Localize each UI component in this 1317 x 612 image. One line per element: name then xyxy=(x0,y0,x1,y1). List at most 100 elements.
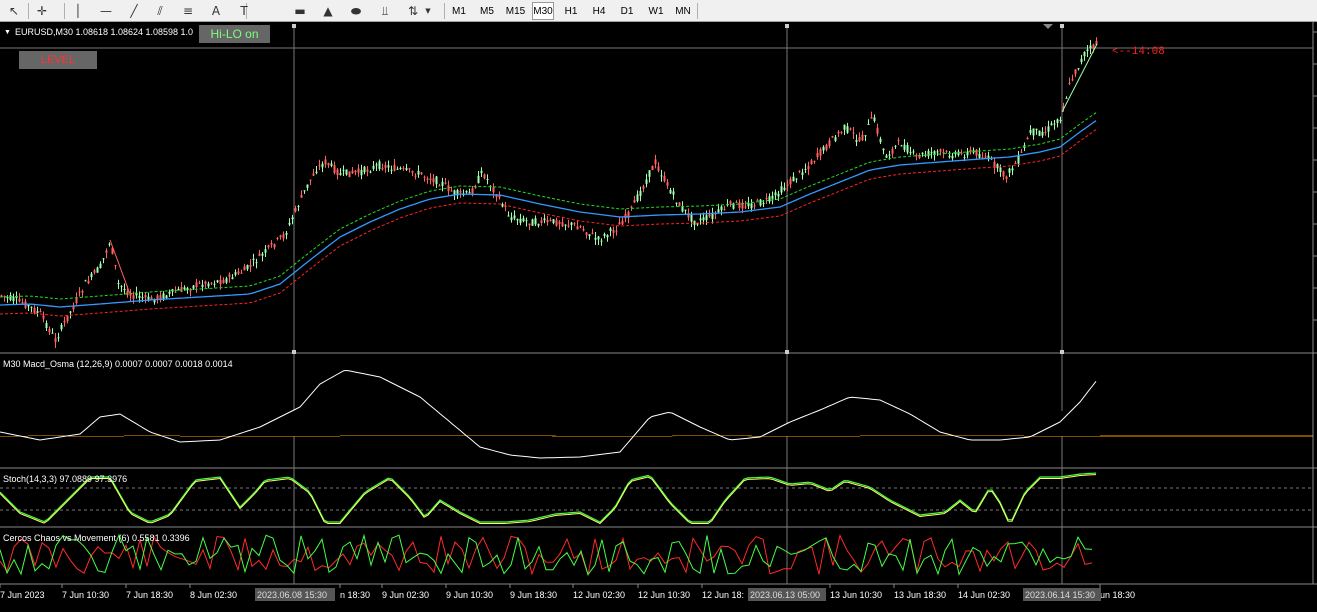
timeframe-d1-button[interactable]: D1 xyxy=(616,2,638,20)
timeframe-h1-button[interactable]: H1 xyxy=(560,2,582,20)
candle-body xyxy=(724,209,726,210)
macd-bar xyxy=(860,436,864,439)
candle-body xyxy=(436,176,438,184)
vertical-line-icon[interactable]: │ xyxy=(69,0,87,22)
candle-body xyxy=(943,152,945,153)
macd-bar xyxy=(704,436,708,461)
macd-bar xyxy=(256,423,260,436)
macd-bar xyxy=(180,435,184,436)
macd-bar xyxy=(528,436,532,444)
candle-body xyxy=(889,154,891,155)
hilo-button[interactable]: Hi-LO on xyxy=(199,25,270,43)
timeframe-m5-button[interactable]: M5 xyxy=(476,2,498,20)
timeframe-mn-button[interactable]: MN xyxy=(672,2,694,20)
macd-bar xyxy=(640,404,644,436)
macd-bar xyxy=(464,436,468,456)
macd-bar xyxy=(596,432,600,436)
candle-body xyxy=(622,221,624,225)
time-axis-label: 13 Jun 10:30 xyxy=(830,590,882,600)
candle-body xyxy=(97,267,99,272)
line-handle xyxy=(785,350,789,354)
candle-body xyxy=(79,291,81,292)
candle-body xyxy=(862,135,864,141)
candle-body xyxy=(814,161,816,162)
macd-bar xyxy=(380,436,384,461)
candle-body xyxy=(835,137,837,141)
candle-body xyxy=(472,188,474,194)
shift-marker-icon xyxy=(1043,24,1053,29)
macd-bar xyxy=(400,436,404,461)
chart-svg[interactable]: 7 Jun 20237 Jun 10:307 Jun 18:308 Jun 02… xyxy=(0,22,1317,608)
macd-bar xyxy=(952,436,956,445)
macd-bar xyxy=(940,436,944,451)
triangle-icon[interactable]: ▲ xyxy=(319,0,337,22)
macd-bar xyxy=(404,436,408,461)
candle-body xyxy=(820,149,822,155)
candle-body xyxy=(292,218,294,219)
dropdown-triangle-icon[interactable]: ▼ xyxy=(4,29,11,36)
candle-body xyxy=(142,297,144,298)
candle-body xyxy=(388,165,390,167)
text-label-icon[interactable]: T xyxy=(235,0,253,22)
text-icon[interactable]: A xyxy=(207,0,225,22)
candle-body xyxy=(964,157,966,158)
ellipse-icon[interactable]: ⬬ xyxy=(347,0,365,22)
candle-body xyxy=(412,171,414,172)
fibonacci-icon[interactable]: ≡ xyxy=(179,0,197,22)
candle-body xyxy=(286,233,288,235)
macd-bar xyxy=(896,436,900,450)
cercos-label: Cercos Chaos vs Movement (6) 0.5581 0.33… xyxy=(3,533,190,543)
macd-bar xyxy=(804,418,808,437)
candle-body xyxy=(850,128,852,129)
arrows-icon[interactable]: ⇅ xyxy=(404,0,422,22)
candle-body xyxy=(67,316,69,322)
timeframe-h4-button[interactable]: H4 xyxy=(588,2,610,20)
candle-body xyxy=(343,170,345,171)
chart-area[interactable]: 7 Jun 20237 Jun 10:307 Jun 18:308 Jun 02… xyxy=(0,22,1317,608)
macd-bar xyxy=(348,436,352,452)
time-axis-label: 7 Jun 2023 xyxy=(0,590,45,600)
time-axis-label: 9 Jun 18:30 xyxy=(510,590,557,600)
timeframe-m1-button[interactable]: M1 xyxy=(448,2,470,20)
macd-bar xyxy=(852,427,856,436)
candle-body xyxy=(832,136,834,137)
hilo-line xyxy=(110,240,130,294)
macd-bar xyxy=(720,436,724,451)
timeframe-m30-button[interactable]: M30 xyxy=(532,2,554,20)
trendline-icon[interactable]: ╱ xyxy=(125,0,143,22)
rectangle-icon[interactable]: ▬ xyxy=(291,0,309,22)
candle-body xyxy=(367,170,369,172)
candle-body xyxy=(241,273,243,274)
horizontal-line-icon[interactable]: — xyxy=(97,0,115,22)
macd-bar xyxy=(376,436,380,461)
candle-body xyxy=(766,198,768,199)
level-button[interactable]: LEVEL xyxy=(19,51,97,69)
channel-icon[interactable]: ⫽ xyxy=(151,0,169,22)
macd-bar xyxy=(308,402,312,436)
macd-bar xyxy=(368,436,372,460)
chevron-down-icon[interactable]: ▼ xyxy=(424,0,432,22)
macd-bar xyxy=(544,436,548,439)
candle-body xyxy=(121,286,123,287)
macd-bar xyxy=(840,420,844,436)
fibo-fan-icon[interactable]: ⫫ xyxy=(376,0,394,22)
macd-bar xyxy=(260,422,264,436)
crosshair-icon[interactable]: ✛ xyxy=(33,0,51,22)
cursor-arrow-icon[interactable]: ↖ xyxy=(5,0,23,22)
candle-body xyxy=(49,329,51,332)
macd-bar xyxy=(212,428,216,436)
time-axis-label: 9 Jun 10:30 xyxy=(446,590,493,600)
macd-bar xyxy=(604,428,608,436)
candle-body xyxy=(601,241,603,242)
candle-body xyxy=(922,153,924,154)
candle-body xyxy=(94,270,96,272)
candle-body xyxy=(790,179,792,185)
symbol-info: ▼ EURUSD,M30 1.08618 1.08624 1.08598 1.0 xyxy=(4,27,193,37)
macd-bar xyxy=(384,436,388,461)
macd-bar xyxy=(336,430,340,436)
timeframe-w1-button[interactable]: W1 xyxy=(645,2,667,20)
candle-body xyxy=(262,254,264,256)
macd-bar xyxy=(816,416,820,436)
timeframe-m15-button[interactable]: M15 xyxy=(503,2,528,20)
candle-body xyxy=(1039,131,1041,136)
